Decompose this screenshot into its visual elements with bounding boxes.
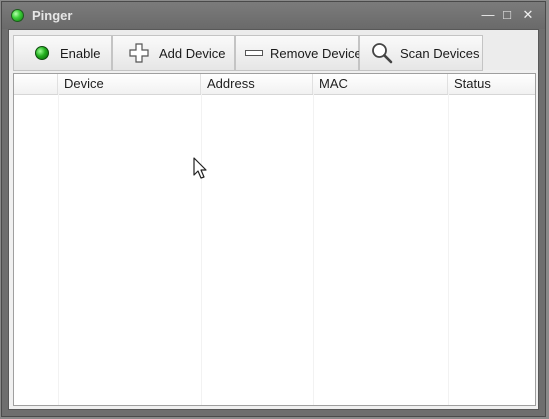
- remove-device-button[interactable]: Remove Device: [235, 35, 362, 71]
- enable-status-icon: [35, 46, 49, 60]
- column-divider: [448, 94, 449, 405]
- column-divider: [201, 94, 202, 405]
- scan-devices-button[interactable]: Scan Devices: [359, 35, 483, 71]
- title-bar[interactable]: Pinger — □ ✕: [2, 2, 545, 29]
- enable-button[interactable]: Enable: [13, 35, 112, 71]
- minus-icon: [245, 50, 263, 56]
- client-area: Enable Add Device Remove Device Scan Dev…: [8, 29, 539, 410]
- pinger-window: Pinger — □ ✕ Enable Add Device Remove De…: [1, 1, 546, 417]
- app-status-icon: [11, 9, 24, 22]
- minimize-button[interactable]: —: [479, 6, 497, 24]
- column-header-address[interactable]: Address: [201, 74, 313, 94]
- magnifier-icon: [372, 43, 393, 64]
- close-button[interactable]: ✕: [519, 6, 537, 24]
- remove-device-label: Remove Device: [270, 46, 362, 61]
- column-divider: [58, 94, 59, 405]
- add-device-button[interactable]: Add Device: [112, 35, 235, 71]
- enable-button-label: Enable: [60, 46, 101, 61]
- window-title: Pinger: [32, 8, 73, 23]
- column-header-select[interactable]: [14, 74, 58, 94]
- column-divider: [313, 94, 314, 405]
- list-header: Device Address MAC Status: [14, 74, 535, 95]
- device-list[interactable]: Device Address MAC Status: [13, 73, 536, 406]
- mouse-pointer-icon: [193, 157, 207, 179]
- maximize-button[interactable]: □: [498, 6, 516, 24]
- scan-devices-label: Scan Devices: [400, 46, 480, 61]
- plus-icon: [129, 43, 149, 63]
- column-header-device[interactable]: Device: [58, 74, 201, 94]
- toolbar: Enable Add Device Remove Device Scan Dev…: [9, 30, 538, 71]
- column-header-mac[interactable]: MAC: [313, 74, 448, 94]
- column-header-status[interactable]: Status: [448, 74, 535, 94]
- add-device-label: Add Device: [159, 46, 226, 61]
